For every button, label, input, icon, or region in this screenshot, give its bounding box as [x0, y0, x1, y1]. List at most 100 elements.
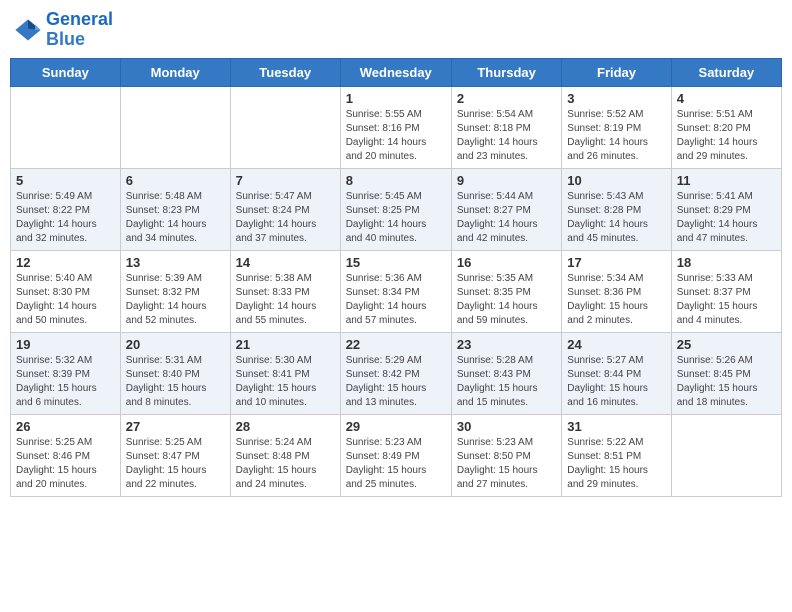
day-info: Sunrise: 5:39 AM Sunset: 8:32 PM Dayligh… [126, 272, 225, 328]
day-info: Sunrise: 5:49 AM Sunset: 8:22 PM Dayligh… [16, 190, 115, 246]
calendar-cell [120, 86, 230, 168]
day-number: 27 [126, 419, 225, 434]
day-number: 11 [677, 173, 776, 188]
calendar-cell: 31Sunrise: 5:22 AM Sunset: 8:51 PM Dayli… [562, 414, 671, 496]
calendar-cell: 27 Sunrise: 5:25 AM Sunset: 8:47 PM Dayli… [120, 414, 230, 496]
day-info: Sunrise: 5:24 AM Sunset: 8:48 PM Dayligh… [236, 436, 335, 492]
calendar-cell: 25 Sunrise: 5:26 AM Sunset: 8:45 PM Dayli… [671, 332, 781, 414]
calendar-cell: 14 Sunrise: 5:38 AM Sunset: 8:33 PM Dayli… [230, 250, 340, 332]
day-number: 7 [236, 173, 335, 188]
calendar-cell: 4 Sunrise: 5:51 AM Sunset: 8:20 PM Daylig… [671, 86, 781, 168]
day-number: 26 [16, 419, 115, 434]
calendar-cell: 20 Sunrise: 5:31 AM Sunset: 8:40 PM Dayli… [120, 332, 230, 414]
day-info: Sunrise: 5:32 AM Sunset: 8:39 PM Dayligh… [16, 354, 115, 410]
calendar-cell: 16 Sunrise: 5:35 AM Sunset: 8:35 PM Dayli… [451, 250, 561, 332]
calendar-week-row: 5 Sunrise: 5:49 AM Sunset: 8:22 PM Daylig… [11, 168, 782, 250]
day-info: Sunrise: 5:36 AM Sunset: 8:34 PM Dayligh… [346, 272, 446, 328]
calendar-cell: 8 Sunrise: 5:45 AM Sunset: 8:25 PM Daylig… [340, 168, 451, 250]
calendar-table: SundayMondayTuesdayWednesdayThursdayFrid… [10, 58, 782, 497]
day-number: 17 [567, 255, 665, 270]
day-number: 1 [346, 91, 446, 106]
weekday-header: Wednesday [340, 58, 451, 86]
day-info: Sunrise: 5:26 AM Sunset: 8:45 PM Dayligh… [677, 354, 776, 410]
day-number: 18 [677, 255, 776, 270]
calendar-cell: 26Sunrise: 5:25 AM Sunset: 8:46 PM Dayli… [11, 414, 121, 496]
day-info: Sunrise: 5:45 AM Sunset: 8:25 PM Dayligh… [346, 190, 446, 246]
day-number: 6 [126, 173, 225, 188]
weekday-header: Friday [562, 58, 671, 86]
calendar-cell [230, 86, 340, 168]
day-info: Sunrise: 5:31 AM Sunset: 8:40 PM Dayligh… [126, 354, 225, 410]
calendar-cell: 30 Sunrise: 5:23 AM Sunset: 8:50 PM Dayli… [451, 414, 561, 496]
calendar-cell: 22Sunrise: 5:29 AM Sunset: 8:42 PM Dayli… [340, 332, 451, 414]
page-header: General Blue [10, 10, 782, 50]
day-number: 9 [457, 173, 556, 188]
calendar-cell: 10 Sunrise: 5:43 AM Sunset: 8:28 PM Dayli… [562, 168, 671, 250]
weekday-header: Tuesday [230, 58, 340, 86]
day-info: Sunrise: 5:44 AM Sunset: 8:27 PM Dayligh… [457, 190, 556, 246]
day-number: 10 [567, 173, 665, 188]
day-number: 14 [236, 255, 335, 270]
weekday-header: Thursday [451, 58, 561, 86]
day-number: 30 [457, 419, 556, 434]
day-number: 5 [16, 173, 115, 188]
day-info: Sunrise: 5:40 AM Sunset: 8:30 PM Dayligh… [16, 272, 115, 328]
day-info: Sunrise: 5:23 AM Sunset: 8:49 PM Dayligh… [346, 436, 446, 492]
day-info: Sunrise: 5:47 AM Sunset: 8:24 PM Dayligh… [236, 190, 335, 246]
day-info: Sunrise: 5:25 AM Sunset: 8:47 PM Dayligh… [126, 436, 225, 492]
day-number: 23 [457, 337, 556, 352]
day-info: Sunrise: 5:52 AM Sunset: 8:19 PM Dayligh… [567, 108, 665, 164]
calendar-cell: 18 Sunrise: 5:33 AM Sunset: 8:37 PM Dayli… [671, 250, 781, 332]
calendar-header-row: SundayMondayTuesdayWednesdayThursdayFrid… [11, 58, 782, 86]
day-info: Sunrise: 5:43 AM Sunset: 8:28 PM Dayligh… [567, 190, 665, 246]
day-info: Sunrise: 5:51 AM Sunset: 8:20 PM Dayligh… [677, 108, 776, 164]
calendar-cell: 7 Sunrise: 5:47 AM Sunset: 8:24 PM Daylig… [230, 168, 340, 250]
day-number: 4 [677, 91, 776, 106]
calendar-cell: 6 Sunrise: 5:48 AM Sunset: 8:23 PM Daylig… [120, 168, 230, 250]
calendar-cell [11, 86, 121, 168]
calendar-cell: 2 Sunrise: 5:54 AM Sunset: 8:18 PM Daylig… [451, 86, 561, 168]
weekday-header: Sunday [11, 58, 121, 86]
day-number: 25 [677, 337, 776, 352]
calendar-cell: 1 Sunrise: 5:55 AM Sunset: 8:16 PM Daylig… [340, 86, 451, 168]
day-info: Sunrise: 5:55 AM Sunset: 8:16 PM Dayligh… [346, 108, 446, 164]
day-info: Sunrise: 5:30 AM Sunset: 8:41 PM Dayligh… [236, 354, 335, 410]
calendar-cell: 13 Sunrise: 5:39 AM Sunset: 8:32 PM Dayli… [120, 250, 230, 332]
day-info: Sunrise: 5:38 AM Sunset: 8:33 PM Dayligh… [236, 272, 335, 328]
day-number: 31 [567, 419, 665, 434]
calendar-cell: 3 Sunrise: 5:52 AM Sunset: 8:19 PM Daylig… [562, 86, 671, 168]
weekday-header: Monday [120, 58, 230, 86]
day-number: 8 [346, 173, 446, 188]
calendar-cell: 11 Sunrise: 5:41 AM Sunset: 8:29 PM Dayli… [671, 168, 781, 250]
calendar-cell: 23Sunrise: 5:28 AM Sunset: 8:43 PM Dayli… [451, 332, 561, 414]
day-number: 15 [346, 255, 446, 270]
day-number: 12 [16, 255, 115, 270]
calendar-week-row: 12 Sunrise: 5:40 AM Sunset: 8:30 PM Dayli… [11, 250, 782, 332]
logo-text: General Blue [46, 10, 113, 50]
day-number: 21 [236, 337, 335, 352]
calendar-week-row: 19 Sunrise: 5:32 AM Sunset: 8:39 PM Dayli… [11, 332, 782, 414]
day-number: 3 [567, 91, 665, 106]
day-number: 29 [346, 419, 446, 434]
day-info: Sunrise: 5:48 AM Sunset: 8:23 PM Dayligh… [126, 190, 225, 246]
day-number: 16 [457, 255, 556, 270]
day-info: Sunrise: 5:23 AM Sunset: 8:50 PM Dayligh… [457, 436, 556, 492]
logo-icon [14, 16, 42, 44]
day-number: 2 [457, 91, 556, 106]
day-info: Sunrise: 5:35 AM Sunset: 8:35 PM Dayligh… [457, 272, 556, 328]
calendar-cell: 19 Sunrise: 5:32 AM Sunset: 8:39 PM Dayli… [11, 332, 121, 414]
day-info: Sunrise: 5:54 AM Sunset: 8:18 PM Dayligh… [457, 108, 556, 164]
calendar-cell: 5 Sunrise: 5:49 AM Sunset: 8:22 PM Daylig… [11, 168, 121, 250]
day-info: Sunrise: 5:41 AM Sunset: 8:29 PM Dayligh… [677, 190, 776, 246]
calendar-cell: 29 Sunrise: 5:23 AM Sunset: 8:49 PM Dayli… [340, 414, 451, 496]
day-number: 28 [236, 419, 335, 434]
day-info: Sunrise: 5:33 AM Sunset: 8:37 PM Dayligh… [677, 272, 776, 328]
day-info: Sunrise: 5:34 AM Sunset: 8:36 PM Dayligh… [567, 272, 665, 328]
weekday-header: Saturday [671, 58, 781, 86]
day-number: 20 [126, 337, 225, 352]
calendar-cell: 17 Sunrise: 5:34 AM Sunset: 8:36 PM Dayli… [562, 250, 671, 332]
day-number: 19 [16, 337, 115, 352]
calendar-cell: 24Sunrise: 5:27 AM Sunset: 8:44 PM Dayli… [562, 332, 671, 414]
day-info: Sunrise: 5:29 AM Sunset: 8:42 PM Dayligh… [346, 354, 446, 410]
day-number: 13 [126, 255, 225, 270]
